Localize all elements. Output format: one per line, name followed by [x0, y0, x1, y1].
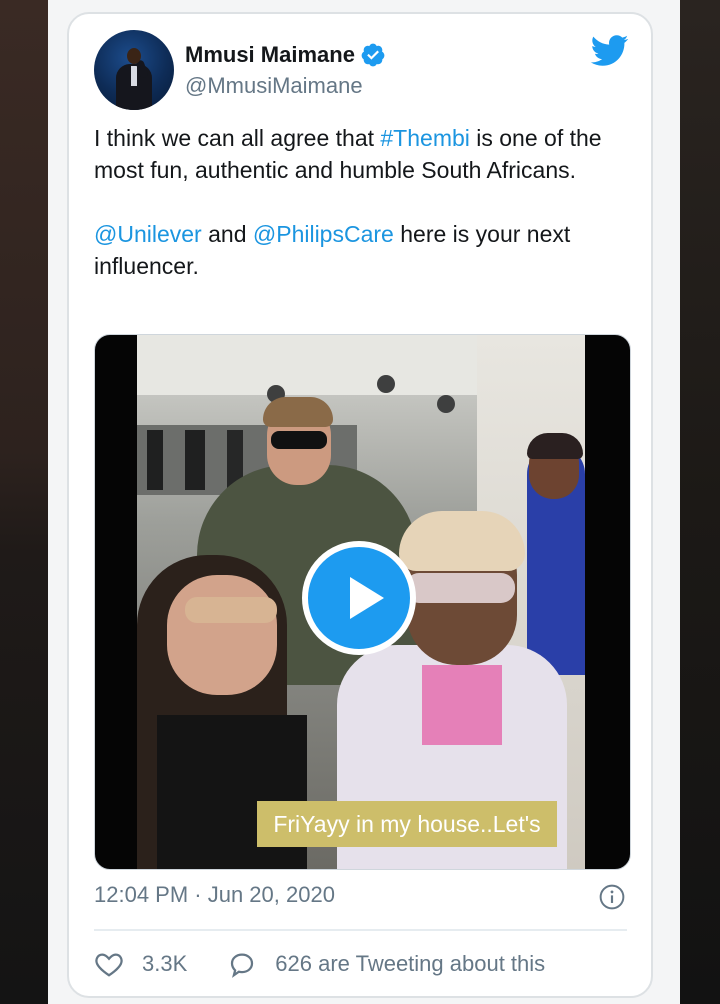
- speech-bubble-icon: [231, 953, 254, 978]
- like-count: 3.3K: [142, 951, 188, 976]
- tweet-timestamp[interactable]: 12:04 PM · Jun 20, 2020: [94, 882, 335, 908]
- tweet-paragraph-1: I think we can all agree that #Thembi is…: [94, 125, 602, 183]
- tweet-actions: 3.3K 626 are Tweeting about this: [94, 949, 545, 979]
- tweeting-about-text: 626 are Tweeting about this: [275, 951, 546, 976]
- verified-badge-icon: [361, 43, 385, 67]
- mention-link-unilever[interactable]: @Unilever: [94, 221, 202, 247]
- video-player[interactable]: FriYayy in my house..Let's: [94, 334, 631, 870]
- background-left-photo: [0, 0, 48, 1004]
- tweet-card[interactable]: Mmusi Maimane @MmusiMaimane I think we c…: [67, 12, 653, 998]
- author-handle[interactable]: @MmusiMaimane: [185, 73, 363, 99]
- divider: [94, 929, 627, 931]
- like-button[interactable]: 3.3K: [94, 949, 187, 979]
- tweet-paragraph-2: @Unilever and @PhilipsCare here is your …: [94, 221, 571, 279]
- tweeting-about-link[interactable]: 626 are Tweeting about this: [227, 949, 545, 979]
- background-right-photo: [680, 0, 720, 1004]
- heart-icon: [95, 953, 123, 977]
- avatar[interactable]: [94, 30, 174, 110]
- video-caption: FriYayy in my house..Let's: [257, 801, 557, 847]
- author-name-row: Mmusi Maimane: [185, 42, 386, 68]
- twitter-bird-icon[interactable]: [589, 34, 629, 67]
- tweet-text: I think we can all agree that #Thembi is…: [94, 122, 634, 282]
- hashtag-link[interactable]: #Thembi: [380, 125, 469, 151]
- author-name[interactable]: Mmusi Maimane: [185, 42, 355, 68]
- play-icon[interactable]: [302, 541, 416, 655]
- mention-link-philipscare[interactable]: @PhilipsCare: [253, 221, 394, 247]
- info-icon[interactable]: [599, 884, 625, 910]
